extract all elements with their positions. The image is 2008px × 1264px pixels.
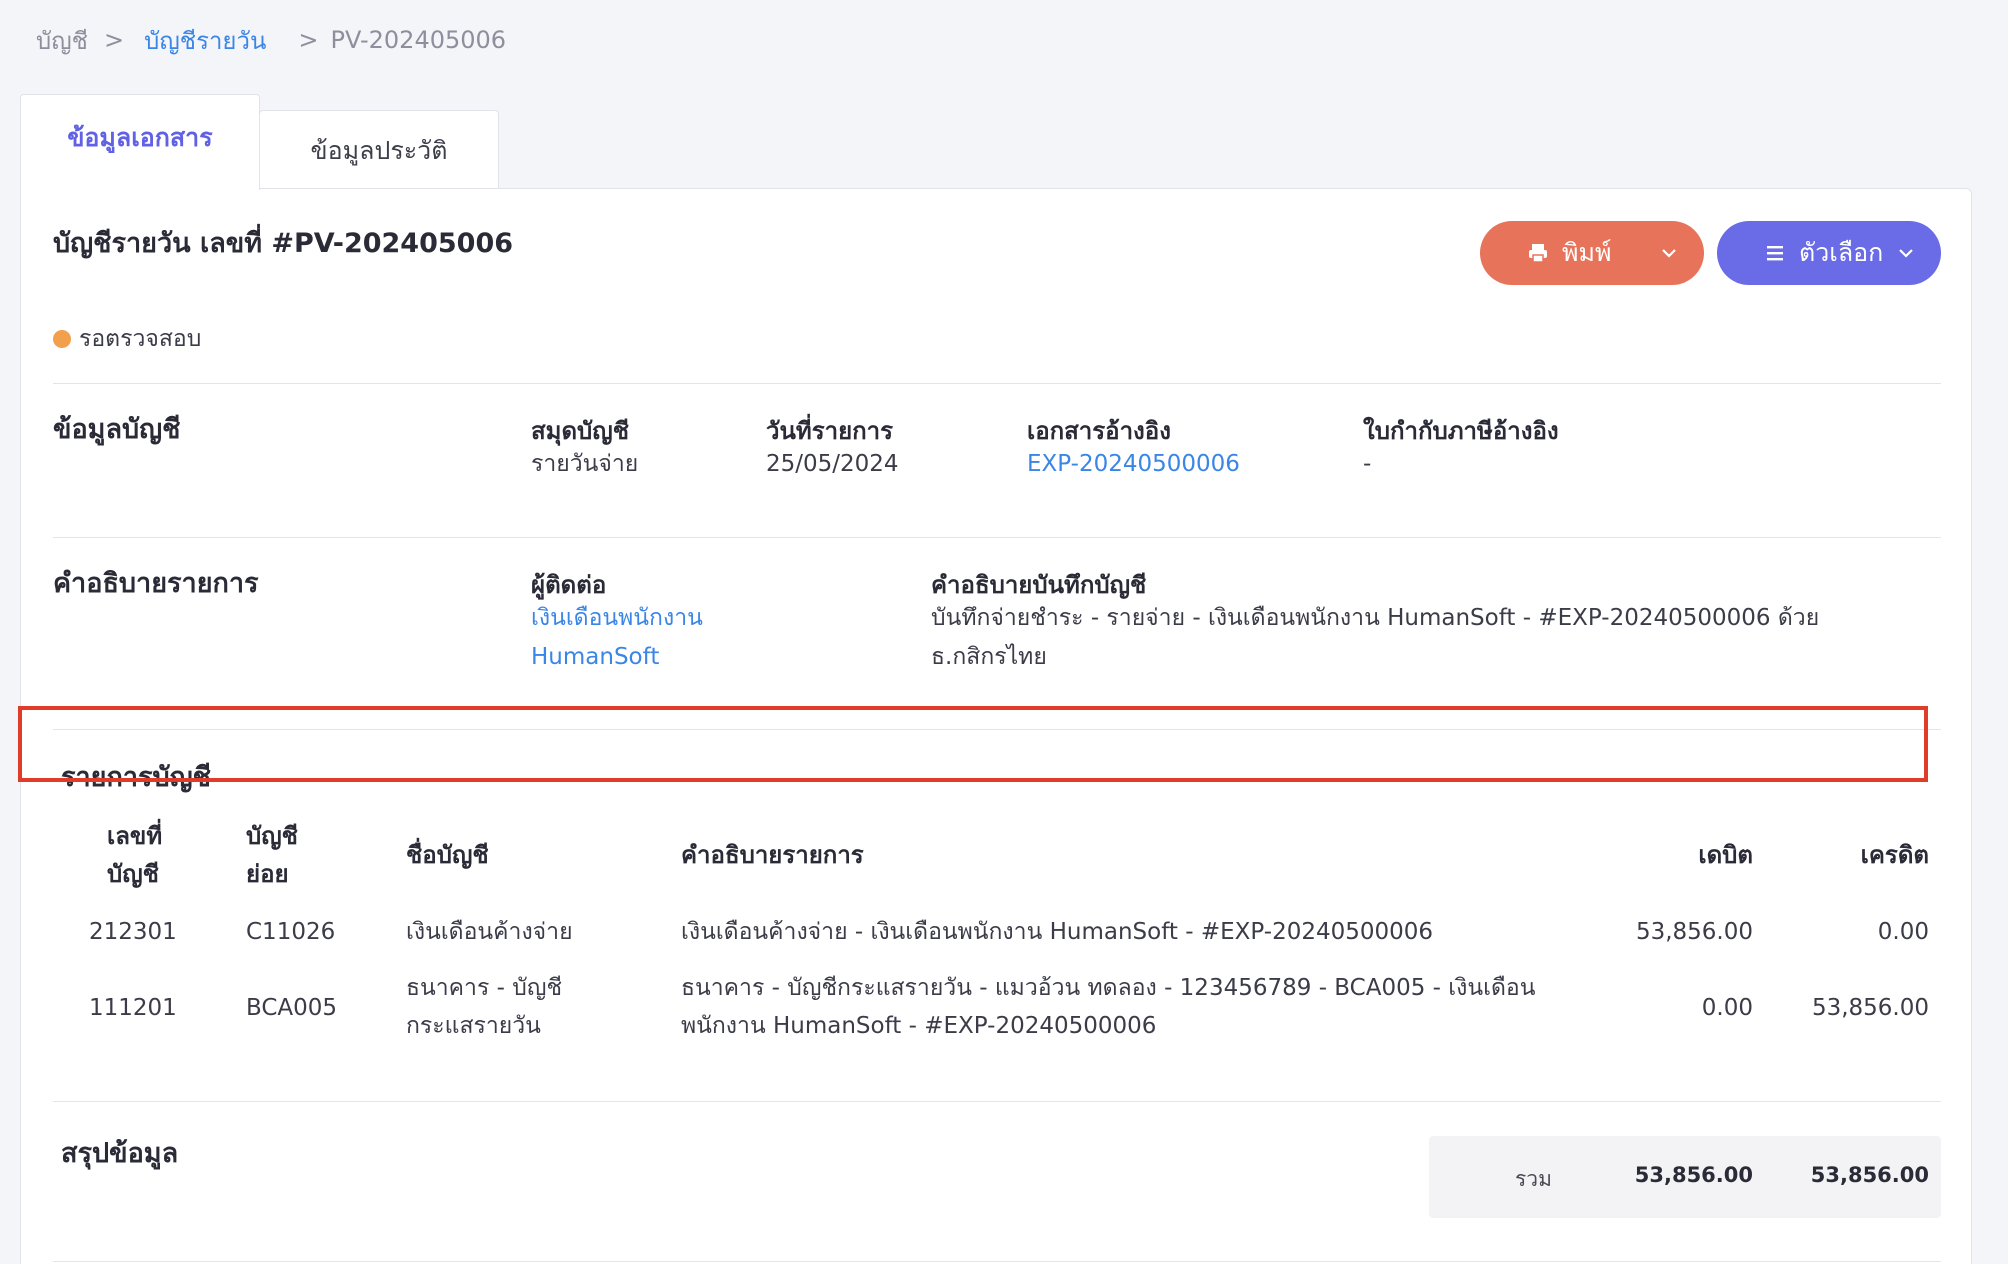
tax-invoice-value: - xyxy=(1363,451,1372,477)
header-account-no-line1: เลขที่ xyxy=(107,822,163,850)
document-card: บัญชีรายวัน เลขที่ #PV-202405006 พิมพ์ ต… xyxy=(20,188,1972,1264)
contact-link-line1[interactable]: เงินเดือนพนักงาน xyxy=(531,599,703,638)
row-description: เงินเดือนค้างจ่าย - เงินเดือนพนักงาน Hum… xyxy=(681,919,1434,945)
reference-document-link[interactable]: EXP-20240500006 xyxy=(1027,445,1240,484)
options-button[interactable]: ตัวเลือก xyxy=(1717,221,1941,285)
print-button-label: พิมพ์ xyxy=(1562,238,1612,267)
summary-title: สรุปข้อมูล xyxy=(61,1138,179,1169)
header-description: คำอธิบายรายการ xyxy=(681,841,864,869)
divider xyxy=(53,1261,1941,1262)
chevron-down-icon[interactable] xyxy=(1895,242,1917,264)
divider xyxy=(53,729,1941,730)
status-badge: รอตรวจสอบ xyxy=(53,321,201,357)
description-title: คำอธิบายรายการ xyxy=(53,568,259,599)
row-credit: 0.00 xyxy=(1877,919,1929,945)
row-credit: 53,856.00 xyxy=(1811,995,1929,1021)
row-description-line1: ธนาคาร - บัญชีกระแสรายวัน - แมวอ้วน ทดลอ… xyxy=(681,975,1536,1001)
total-credit: 53,856.00 xyxy=(1810,1163,1929,1187)
page-title: บัญชีรายวัน เลขที่ #PV-202405006 xyxy=(53,228,514,259)
status-text: รอตรวจสอบ xyxy=(79,326,202,352)
row-debit: 53,856.00 xyxy=(1635,919,1753,945)
total-label: รวม xyxy=(1515,1167,1552,1191)
row-account-no: 212301 xyxy=(89,919,177,945)
entries-title: รายการบัญชี xyxy=(61,762,211,793)
row-account-name-line2: กระแสรายวัน xyxy=(406,1013,541,1039)
account-book-value: รายวันจ่าย xyxy=(531,451,639,477)
contact-link-line2[interactable]: HumanSoft xyxy=(531,638,659,677)
divider xyxy=(53,537,1941,538)
breadcrumb-separator: > xyxy=(103,26,125,54)
tab-document-info[interactable]: ข้อมูลเอกสาร xyxy=(20,94,260,190)
tax-invoice-label: ใบกำกับภาษีอ้างอิง xyxy=(1363,417,1559,445)
chevron-down-icon[interactable] xyxy=(1658,242,1680,264)
row-sub-account: BCA005 xyxy=(246,995,338,1021)
divider xyxy=(53,383,1941,384)
print-button[interactable]: พิมพ์ xyxy=(1480,221,1704,285)
printer-icon xyxy=(1526,241,1550,265)
header-credit: เครดิต xyxy=(1860,841,1929,869)
menu-icon xyxy=(1763,241,1787,265)
breadcrumb-root[interactable]: บัญชี xyxy=(36,21,88,60)
memo-line2: ธ.กสิกรไทย xyxy=(931,644,1047,670)
breadcrumb-current: PV-202405006 xyxy=(330,26,507,54)
divider xyxy=(53,1101,1941,1102)
status-dot-icon xyxy=(53,330,71,348)
transaction-date-value: 25/05/2024 xyxy=(766,451,899,477)
header-account-name: ชื่อบัญชี xyxy=(406,841,489,869)
row-account-name: เงินเดือนค้างจ่าย xyxy=(406,919,573,945)
options-button-label: ตัวเลือก xyxy=(1799,238,1884,267)
header-debit: เดบิต xyxy=(1698,841,1753,869)
row-account-name-line1: ธนาคาร - บัญชี xyxy=(406,975,563,1001)
breadcrumb: บัญชี > บัญชีรายวัน > PV-202405006 xyxy=(36,20,506,60)
row-debit: 0.00 xyxy=(1701,995,1753,1021)
row-sub-account: C11026 xyxy=(246,919,336,945)
row-account-no: 111201 xyxy=(89,995,177,1021)
row-description-line2: พนักงาน HumanSoft - #EXP-20240500006 xyxy=(681,1013,1157,1039)
header-sub-account-line2: ย่อย xyxy=(246,860,289,888)
total-debit: 53,856.00 xyxy=(1634,1163,1753,1187)
tab-history-info[interactable]: ข้อมูลประวัติ xyxy=(259,110,499,190)
memo-line1: บันทึกจ่ายชำระ - รายจ่าย - เงินเดือนพนัก… xyxy=(931,605,1820,631)
account-info-title: ข้อมูลบัญชี xyxy=(53,414,181,445)
breadcrumb-separator: > xyxy=(298,26,319,54)
header-account-no-line2: บัญชี xyxy=(107,860,159,888)
breadcrumb-parent-link[interactable]: บัญชีรายวัน xyxy=(144,21,266,60)
header-sub-account-line1: บัญชี xyxy=(246,822,298,850)
